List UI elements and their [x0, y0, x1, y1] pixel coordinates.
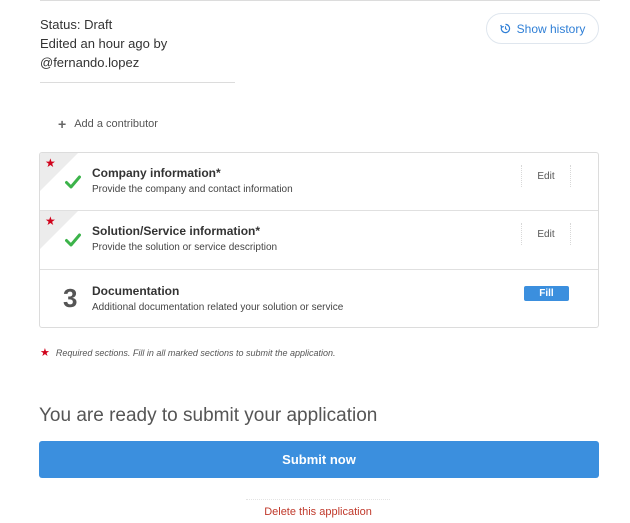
- edit-company-button[interactable]: Edit: [521, 165, 571, 187]
- step-number: 3: [63, 283, 78, 313]
- history-icon: [499, 23, 510, 34]
- top-divider: [40, 0, 600, 1]
- section-title: Documentation: [92, 284, 180, 298]
- section-documentation: 3 Documentation Additional documentation…: [40, 270, 598, 327]
- show-history-label: Show history: [516, 21, 586, 36]
- add-contributor-link[interactable]: + Add a contributor: [58, 115, 158, 132]
- show-history-button[interactable]: Show history: [486, 13, 599, 44]
- required-note-text: Required sections. Fill in all marked se…: [55, 347, 336, 358]
- check-icon: [65, 233, 81, 247]
- required-star-icon: ★: [45, 156, 56, 170]
- section-title: Solution/Service information*: [92, 224, 261, 238]
- section-description: Provide the company and contact informat…: [92, 184, 293, 195]
- required-star-icon: ★: [40, 347, 50, 359]
- delete-application-link[interactable]: Delete this application: [246, 499, 390, 523]
- section-description: Provide the solution or service descript…: [92, 242, 278, 253]
- plus-icon: +: [58, 115, 67, 132]
- fill-documentation-button[interactable]: Fill: [524, 286, 569, 301]
- editor-username: @fernando.lopez: [40, 55, 140, 70]
- status-label: Status: Draft: [40, 17, 113, 32]
- required-sections-note: ★ Required sections. Fill in all marked …: [40, 346, 336, 359]
- status-block: Status: Draft Edited an hour ago by @fer…: [40, 15, 167, 72]
- sections-list: ★ Company information* Provide the compa…: [39, 152, 599, 328]
- submit-now-button[interactable]: Submit now: [39, 441, 599, 478]
- section-company-info: ★ Company information* Provide the compa…: [40, 153, 598, 211]
- section-title: Company information*: [92, 166, 221, 180]
- section-description: Additional documentation related your so…: [92, 302, 344, 313]
- required-star-icon: ★: [45, 214, 56, 228]
- ready-to-submit-heading: You are ready to submit your application: [39, 405, 378, 426]
- edit-solution-button[interactable]: Edit: [521, 223, 571, 245]
- status-divider: [40, 82, 235, 83]
- edited-info: Edited an hour ago by: [40, 36, 168, 51]
- check-icon: [65, 175, 81, 189]
- section-solution-info: ★ Solution/Service information* Provide …: [40, 211, 598, 270]
- add-contributor-label: Add a contributor: [74, 118, 158, 130]
